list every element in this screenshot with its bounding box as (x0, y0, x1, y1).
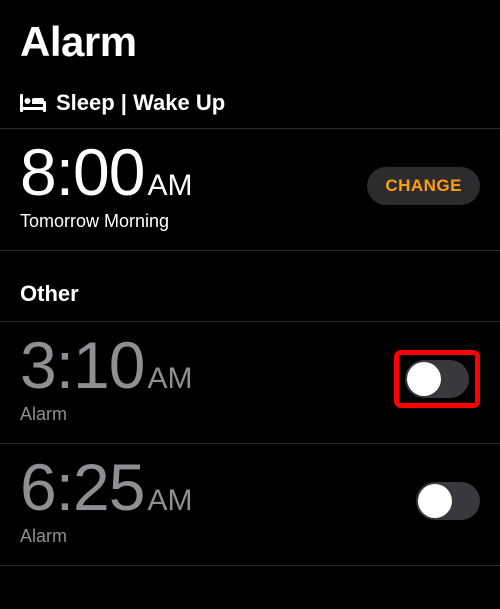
alarm-time-ampm: AM (147, 484, 192, 518)
sleep-wake-time-value: 8:00 (20, 139, 144, 205)
sleep-section-header: Sleep | Wake Up (0, 76, 500, 129)
other-section-header: Other (0, 251, 500, 322)
toggle-knob (407, 362, 441, 396)
page-title: Alarm (0, 0, 500, 76)
alarm-toggle[interactable] (405, 360, 469, 398)
sleep-wake-time-ampm: AM (147, 169, 192, 203)
toggle-knob (418, 484, 452, 518)
sleep-wake-row: 8:00 AM Tomorrow Morning CHANGE (0, 129, 500, 251)
sleep-section-label: Sleep | Wake Up (56, 90, 225, 116)
alarm-row: 3:10 AM Alarm (0, 322, 500, 444)
highlight-annotation (394, 350, 480, 408)
change-button[interactable]: CHANGE (367, 167, 480, 205)
alarm-row: 6:25 AM Alarm (0, 444, 500, 566)
alarm-time: 3:10 AM (20, 332, 192, 398)
alarm-time-value: 6:25 (20, 454, 144, 520)
alarm-time-ampm: AM (147, 362, 192, 396)
alarm-toggle[interactable] (416, 482, 480, 520)
bed-icon (20, 94, 46, 112)
sleep-wake-subtext: Tomorrow Morning (20, 211, 192, 232)
alarm-label: Alarm (20, 526, 192, 547)
alarm-label: Alarm (20, 404, 192, 425)
sleep-wake-time: 8:00 AM (20, 139, 192, 205)
alarm-time-value: 3:10 (20, 332, 144, 398)
alarm-time: 6:25 AM (20, 454, 192, 520)
